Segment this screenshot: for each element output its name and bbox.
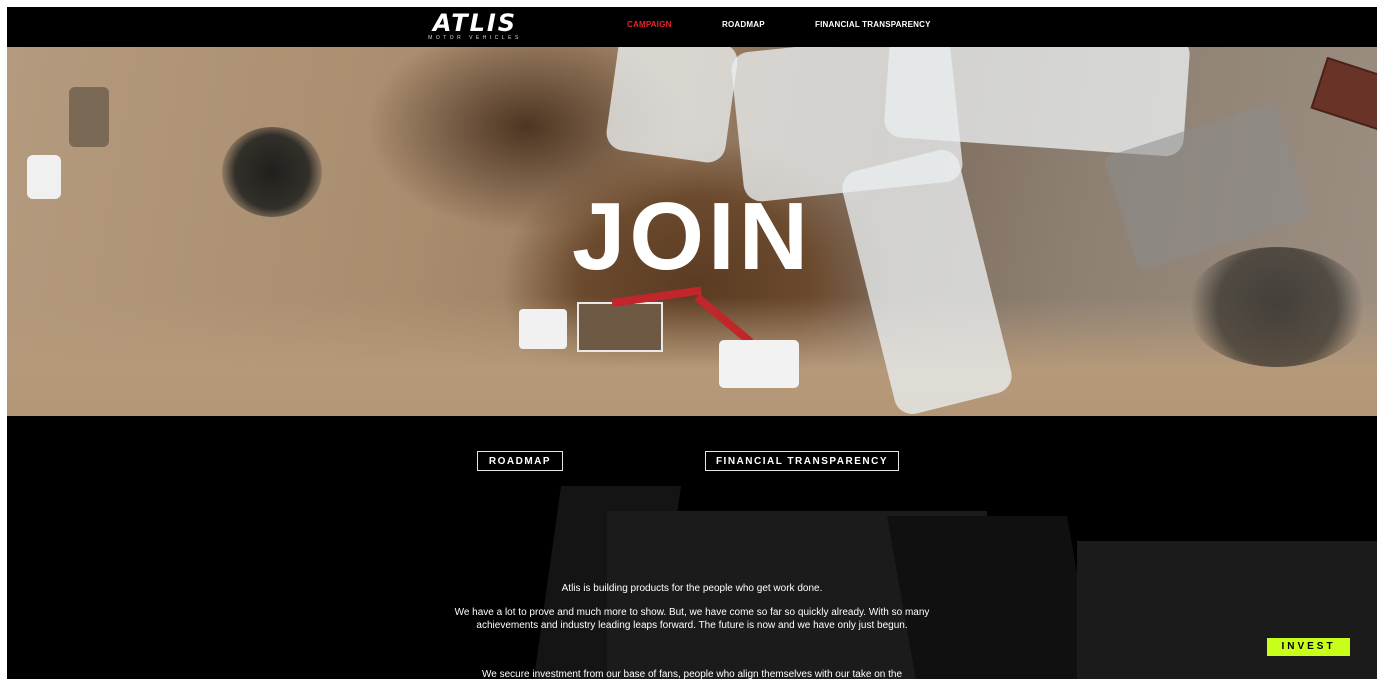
hero-truck-bed <box>577 302 663 352</box>
nav-link-campaign[interactable]: CAMPAIGN <box>627 20 672 29</box>
financial-transparency-button[interactable]: FINANCIAL TRANSPARENCY <box>705 451 899 471</box>
bg-machinery <box>887 516 1097 679</box>
hero-title: JOIN <box>571 183 813 290</box>
roadmap-button[interactable]: ROADMAP <box>477 451 563 471</box>
progress-paragraph: We have a lot to prove and much more to … <box>454 607 930 631</box>
hero-ground <box>7 297 1377 416</box>
logo-tagline: MOTOR VEHICLES <box>428 35 522 41</box>
campaign-section: ROADMAP FINANCIAL TRANSPARENCY Atlis is … <box>7 416 1377 679</box>
hero-tarp <box>604 47 740 165</box>
nav-link-financial-transparency[interactable]: FINANCIAL TRANSPARENCY <box>815 20 931 29</box>
intro-paragraph: Atlis is building products for the peopl… <box>561 583 823 594</box>
investment-paragraph: We secure investment from our base of fa… <box>481 669 903 679</box>
hero-banner: JOIN <box>7 47 1377 416</box>
top-nav: ATLIS MOTOR VEHICLES CAMPAIGN ROADMAP FI… <box>7 7 1377 47</box>
hero-excavator <box>719 340 799 388</box>
logo-wordmark: ATLIS <box>432 9 518 37</box>
bg-machinery <box>1077 541 1377 679</box>
page-frame: ATLIS MOTOR VEHICLES CAMPAIGN ROADMAP FI… <box>7 7 1377 679</box>
invest-button[interactable]: INVEST <box>1267 638 1350 656</box>
hero-truck-cab <box>519 309 567 349</box>
nav-link-roadmap[interactable]: ROADMAP <box>722 20 765 29</box>
atlis-logo[interactable]: ATLIS MOTOR VEHICLES <box>415 11 535 43</box>
hero-container <box>1310 56 1377 132</box>
hero-loader <box>69 87 109 147</box>
